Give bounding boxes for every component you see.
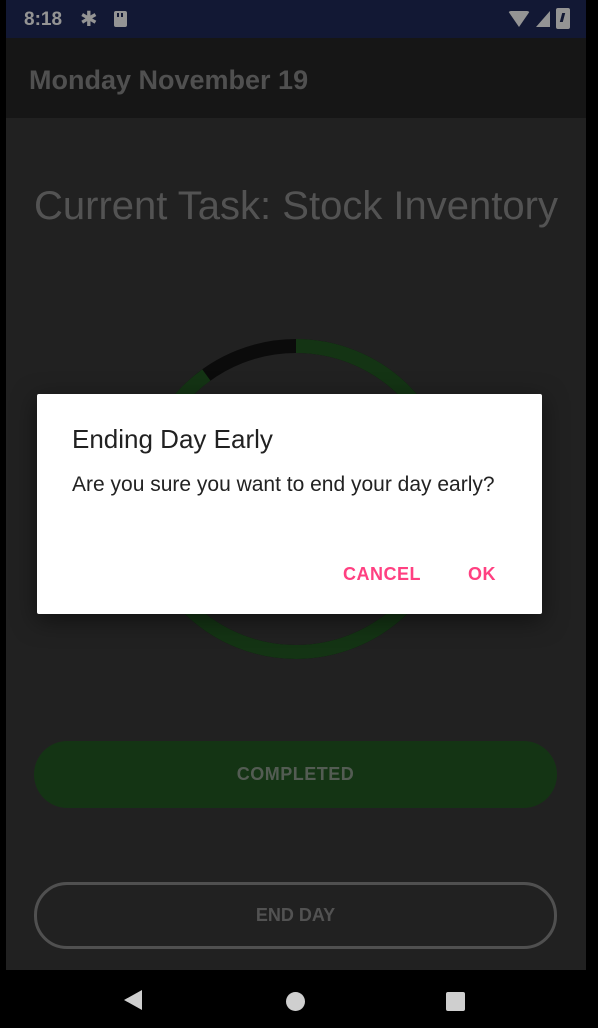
ok-button[interactable]: OK xyxy=(468,564,496,585)
cancel-button[interactable]: CANCEL xyxy=(343,564,421,585)
back-icon[interactable] xyxy=(124,990,142,1010)
navigation-bar xyxy=(0,970,598,1028)
home-icon[interactable] xyxy=(286,992,305,1011)
dialog-message: Are you sure you want to end your day ea… xyxy=(72,473,495,496)
dialog-title: Ending Day Early xyxy=(72,424,273,454)
recents-icon[interactable] xyxy=(446,992,465,1011)
end-day-dialog: Ending Day Early Are you sure you want t… xyxy=(37,394,542,614)
